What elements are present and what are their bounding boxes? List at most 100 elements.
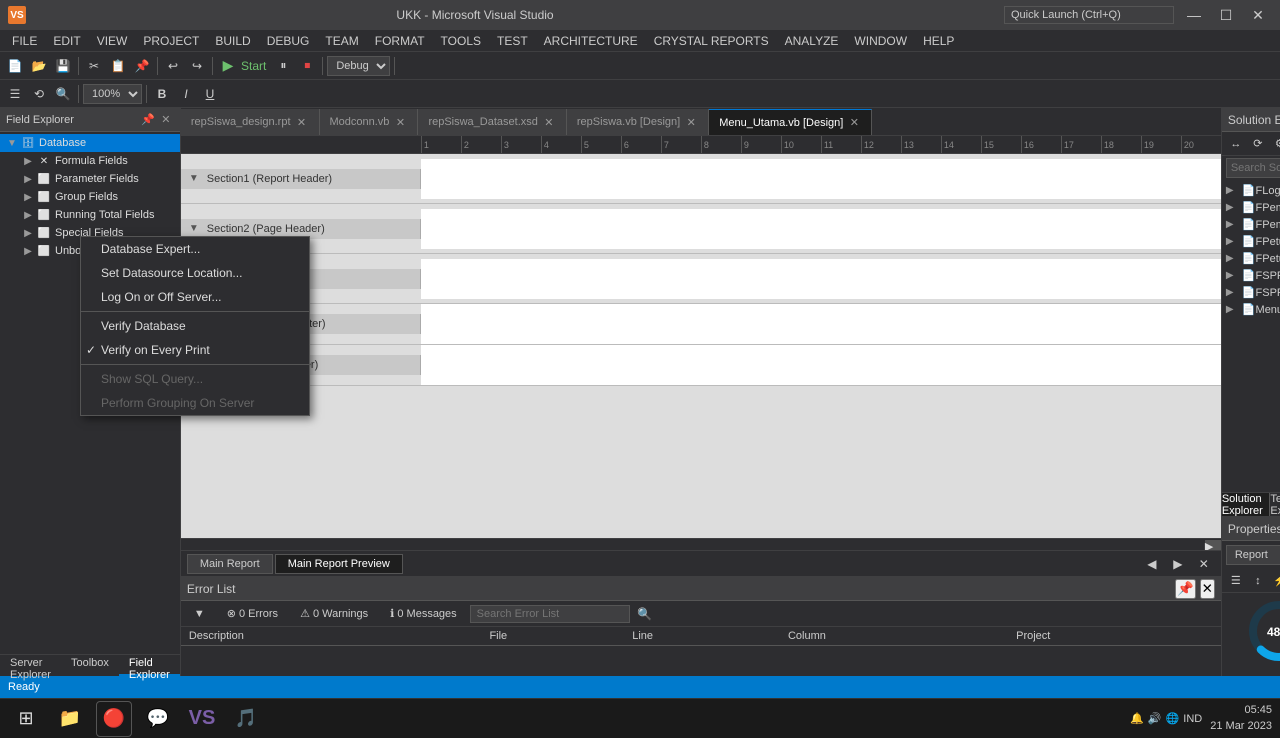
- copy-button[interactable]: 📋: [107, 55, 129, 77]
- save-button[interactable]: 💾: [52, 55, 74, 77]
- error-search-input[interactable]: [470, 605, 630, 623]
- scroll-right[interactable]: ▶: [1205, 540, 1221, 550]
- ctx-database-expert[interactable]: Database Expert...: [81, 237, 309, 261]
- se-item-fspp[interactable]: ▶ 📄 FSPP.vb: [1222, 267, 1280, 284]
- error-search-button[interactable]: 🔍: [634, 603, 656, 625]
- message-count-btn[interactable]: ℹ 0 Messages: [381, 604, 466, 623]
- tb2-align-left[interactable]: B: [151, 83, 173, 105]
- section-collapse-header[interactable]: ▼: [189, 173, 199, 184]
- menu-project[interactable]: PROJECT: [135, 30, 207, 52]
- server-explorer-tab[interactable]: Server Explorer: [0, 655, 61, 676]
- tab-close-menu-utama[interactable]: ✕: [847, 116, 861, 130]
- se-item-fpetugasadd[interactable]: ▶ 📄 FPetugasADD.vb: [1222, 250, 1280, 267]
- tab-repsiswa-design2[interactable]: repSiswa.vb [Design] ✕: [567, 109, 709, 135]
- pause-button[interactable]: ⏸: [272, 55, 294, 77]
- field-explorer-pin[interactable]: 📌: [140, 112, 156, 128]
- ctx-verify-database[interactable]: Verify Database: [81, 314, 309, 338]
- tb2-btn1[interactable]: ☰: [4, 83, 26, 105]
- se-properties-btn[interactable]: ⚙: [1270, 134, 1280, 154]
- tab-dataset[interactable]: repSiswa_Dataset.xsd ✕: [418, 109, 566, 135]
- se-sync-btn[interactable]: ↔: [1226, 134, 1246, 154]
- col-line[interactable]: Line: [624, 627, 780, 646]
- config-dropdown[interactable]: Debug: [327, 56, 390, 76]
- col-project[interactable]: Project: [1008, 627, 1221, 646]
- field-explorer-tab[interactable]: Field Explorer: [119, 655, 180, 676]
- team-explorer-tab[interactable]: Team Explorer: [1270, 493, 1280, 516]
- tray-icon-2[interactable]: 🔊: [1148, 712, 1162, 725]
- quick-launch-input[interactable]: Quick Launch (Ctrl+Q): [1004, 6, 1174, 24]
- tab-close-modconn[interactable]: ✕: [393, 115, 407, 129]
- fe-item-group[interactable]: ▶ ⬜ Group Fields: [0, 188, 180, 206]
- se-item-fpembayaran[interactable]: ▶ 📄 FPembayaran.vb: [1222, 199, 1280, 216]
- menu-tools[interactable]: TOOLS: [433, 30, 489, 52]
- fe-item-param[interactable]: ▶ ⬜ Parameter Fields: [0, 170, 180, 188]
- properties-object-dropdown[interactable]: Report: [1226, 545, 1280, 565]
- se-item-fsppadd[interactable]: ▶ 📄 FSPPADD.vb: [1222, 284, 1280, 301]
- field-explorer-close[interactable]: ✕: [158, 112, 174, 128]
- tb2-underline[interactable]: U: [199, 83, 221, 105]
- tab-close-dataset[interactable]: ✕: [542, 115, 556, 129]
- tab-close-repsiswa-design2[interactable]: ✕: [684, 115, 698, 129]
- fe-item-database[interactable]: ▼ 🗄 Database: [0, 134, 180, 152]
- vs-task-icon[interactable]: VS: [184, 701, 220, 737]
- se-item-fpembayaranadd[interactable]: ▶ 📄 FPembayaranADD.vb: [1222, 216, 1280, 233]
- props-grid-btn[interactable]: ☰: [1226, 571, 1246, 591]
- solution-explorer-tab[interactable]: Solution Explorer: [1222, 493, 1271, 516]
- ctx-verify-every-print[interactable]: Verify on Every Print: [81, 338, 309, 362]
- fe-item-formula[interactable]: ▶ ✕ Formula Fields: [0, 152, 180, 170]
- file-explorer-icon[interactable]: 📁: [52, 701, 88, 737]
- tray-icon-1[interactable]: 🔔: [1130, 712, 1144, 725]
- se-item-flogin[interactable]: ▶ 📄 FLogin.vb: [1222, 182, 1280, 199]
- main-report-tab[interactable]: Main Report: [187, 554, 273, 574]
- menu-architecture[interactable]: ARCHITECTURE: [536, 30, 646, 52]
- task-icon-3[interactable]: 🎵: [228, 701, 264, 737]
- menu-analyze[interactable]: ANALYZE: [777, 30, 847, 52]
- props-sort-btn[interactable]: ↕: [1248, 571, 1268, 591]
- menu-team[interactable]: TEAM: [317, 30, 366, 52]
- task-icon-2[interactable]: 💬: [140, 701, 176, 737]
- col-file[interactable]: File: [481, 627, 624, 646]
- network-icon[interactable]: 🌐: [1166, 712, 1180, 725]
- menu-build[interactable]: BUILD: [207, 30, 258, 52]
- paste-button[interactable]: 📌: [131, 55, 153, 77]
- tb2-btn3[interactable]: 🔍: [52, 83, 74, 105]
- se-item-fpetugas[interactable]: ▶ 📄 FPetugas.vb: [1222, 233, 1280, 250]
- se-item-menuutama[interactable]: ▶ 📄 Menu_Utama.vb: [1222, 301, 1280, 318]
- warning-count-btn[interactable]: ⚠ 0 Warnings: [291, 604, 377, 623]
- col-column[interactable]: Column: [780, 627, 1008, 646]
- task-icon-1[interactable]: 🔴: [96, 701, 132, 737]
- menu-test[interactable]: TEST: [489, 30, 536, 52]
- menu-help[interactable]: HELP: [915, 30, 962, 52]
- horizontal-scrollbar[interactable]: ▶: [181, 538, 1221, 550]
- start-menu-icon[interactable]: ⊞: [8, 701, 44, 737]
- tab-repsiswa-design[interactable]: repSiswa_design.rpt ✕: [181, 109, 320, 135]
- close-button[interactable]: ✕: [1244, 5, 1272, 25]
- tb2-italic[interactable]: I: [175, 83, 197, 105]
- cut-button[interactable]: ✂: [83, 55, 105, 77]
- minimize-button[interactable]: —: [1180, 5, 1208, 25]
- error-count-btn[interactable]: ⊗ 0 Errors: [218, 604, 287, 623]
- tab-nav-left[interactable]: ◀: [1141, 553, 1163, 575]
- redo-button[interactable]: ↪: [186, 55, 208, 77]
- menu-window[interactable]: WINDOW: [846, 30, 915, 52]
- stop-button[interactable]: ⏹: [296, 55, 318, 77]
- se-search-input[interactable]: [1226, 158, 1280, 178]
- col-description[interactable]: Description: [181, 627, 482, 646]
- tab-menu-utama[interactable]: Menu_Utama.vb [Design] ✕: [709, 109, 872, 135]
- tb2-btn2[interactable]: ⟲: [28, 83, 50, 105]
- section-collapse-pageheader[interactable]: ▼: [189, 223, 199, 234]
- open-file-button[interactable]: 📂: [28, 55, 50, 77]
- tab-close-panel[interactable]: ✕: [1193, 553, 1215, 575]
- menu-file[interactable]: FILE: [4, 30, 45, 52]
- error-list-pin[interactable]: 📌: [1175, 579, 1196, 599]
- error-list-close[interactable]: ✕: [1200, 579, 1215, 599]
- se-refresh-btn[interactable]: ⟳: [1248, 134, 1268, 154]
- menu-view[interactable]: VIEW: [89, 30, 136, 52]
- zoom-dropdown[interactable]: 100%: [83, 84, 142, 104]
- tab-close-repsiswa-design[interactable]: ✕: [295, 115, 309, 129]
- menu-format[interactable]: FORMAT: [367, 30, 433, 52]
- tab-nav-right[interactable]: ▶: [1167, 553, 1189, 575]
- ctx-set-datasource[interactable]: Set Datasource Location...: [81, 261, 309, 285]
- tab-modconn[interactable]: Modconn.vb ✕: [320, 109, 419, 135]
- new-project-button[interactable]: 📄: [4, 55, 26, 77]
